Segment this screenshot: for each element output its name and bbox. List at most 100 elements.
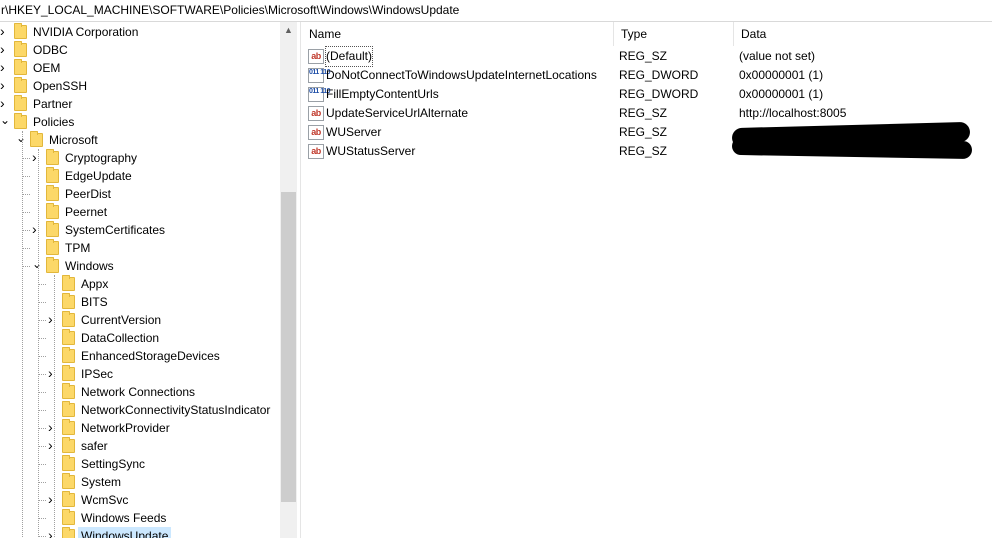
tree-item-label: EnhancedStorageDevices (81, 349, 220, 363)
tree-item[interactable]: Partner (0, 95, 280, 113)
value-data: 0x00000001 (1) (739, 87, 824, 101)
tree-item-label: Appx (81, 277, 109, 291)
tree-item[interactable]: Policies (0, 113, 280, 131)
folder-icon (46, 257, 59, 273)
tree-connector (22, 176, 30, 177)
tree-connector (38, 392, 46, 393)
value-row[interactable]: ab UpdateServiceUrlAlternate REG_SZ http://… (302, 104, 992, 123)
value-row[interactable]: ab WUStatusServer REG_SZ (302, 136, 992, 161)
tree-connector (38, 284, 46, 285)
folder-icon (62, 365, 75, 381)
scroll-up-arrow-icon[interactable]: ▲ (280, 22, 297, 39)
value-name: WUServer (326, 125, 382, 139)
tree-connector (22, 194, 30, 195)
tree-item[interactable]: PeerDist (0, 185, 280, 203)
column-header-type[interactable]: Type (614, 22, 734, 46)
scroll-thumb[interactable] (281, 192, 296, 502)
value-type: REG_SZ (619, 106, 668, 120)
tree-connector (22, 248, 30, 249)
tree-item-label: DataCollection (81, 331, 160, 345)
folder-icon (30, 131, 43, 147)
address-bar[interactable]: r\HKEY_LOCAL_MACHINE\SOFTWARE\Policies\M… (0, 0, 992, 22)
value-type: REG_SZ (619, 125, 668, 139)
folder-icon (62, 419, 75, 435)
tree-connector (38, 338, 46, 339)
values-list: Name Type Data ab (Default) REG_SZ (value n… (302, 22, 992, 538)
tree-item-label: SettingSync (81, 457, 146, 471)
folder-icon (46, 185, 59, 201)
tree-connector (38, 500, 46, 501)
string-value-icon: ab (308, 49, 324, 64)
tree-connector (38, 464, 46, 465)
folder-icon (14, 95, 27, 111)
folder-icon (62, 275, 75, 291)
string-value-icon: ab (308, 125, 324, 140)
tree-item-label: Cryptography (65, 151, 138, 165)
address-path: r\HKEY_LOCAL_MACHINE\SOFTWARE\Policies\M… (1, 3, 460, 17)
tree-item-label: CurrentVersion (81, 313, 162, 327)
value-row[interactable]: ab (Default) REG_SZ (value not set) (302, 46, 992, 67)
folder-icon (62, 401, 75, 417)
tree-item[interactable]: NVIDIA Corporation (0, 23, 280, 41)
value-type: REG_SZ (619, 144, 668, 158)
tree-item-label: IPSec (81, 367, 114, 381)
tree-guide-line (38, 149, 39, 538)
tree-scrollbar[interactable]: ▲ (280, 22, 297, 538)
registry-tree[interactable]: › NVIDIA Corporation › ODBC › OEM › OpenSSH › Par… (0, 22, 297, 538)
column-header-name[interactable]: Name (302, 22, 614, 46)
folder-icon (62, 383, 75, 399)
tree-item-label: EdgeUpdate (65, 169, 132, 183)
tree-connector (38, 518, 46, 519)
folder-icon (14, 41, 27, 57)
tree-connector (22, 230, 30, 231)
string-value-icon: ab (308, 106, 324, 121)
value-name: UpdateServiceUrlAlternate (326, 106, 469, 120)
tree-item[interactable]: EdgeUpdate (0, 167, 280, 185)
tree-item[interactable]: Windows (0, 257, 280, 275)
tree-item[interactable]: Cryptography (0, 149, 280, 167)
value-row[interactable]: 011 110 FillEmptyContentUrls REG_DWORD 0x00… (302, 85, 992, 104)
tree-item[interactable]: ODBC (0, 41, 280, 59)
folder-icon (14, 113, 27, 129)
folder-icon (46, 239, 59, 255)
folder-icon (62, 347, 75, 363)
tree-item-label: WindowsUpdate (78, 527, 172, 538)
folder-icon (62, 527, 75, 538)
binary-value-icon: 011 110 (308, 68, 331, 83)
folder-icon (62, 437, 75, 453)
value-data: 0x00000001 (1) (739, 68, 824, 82)
tree-item-label: Windows Feeds (81, 511, 167, 525)
tree-item-label: System (81, 475, 122, 489)
tree-connector (38, 374, 46, 375)
tree-item[interactable]: SystemCertificates (0, 221, 280, 239)
tree-connector (38, 320, 46, 321)
tree-guide-line (54, 275, 55, 538)
value-row[interactable]: 011 110 DoNotConnectToWindowsUpdateIntern… (302, 66, 992, 85)
value-name: WUStatusServer (326, 144, 416, 158)
tree-item[interactable]: OpenSSH (0, 77, 280, 95)
column-header-data[interactable]: Data (734, 22, 992, 46)
tree-item[interactable]: Peernet (0, 203, 280, 221)
tree-item[interactable]: Microsoft (0, 131, 280, 149)
folder-icon (62, 293, 75, 309)
tree-connector (22, 266, 30, 267)
tree-item-label: NetworkConnectivityStatusIndicator (81, 403, 271, 417)
value-data: (value not set) (739, 49, 816, 63)
value-name: (Default) (324, 46, 374, 67)
tree-connector (38, 428, 46, 429)
value-type: REG_SZ (619, 49, 668, 63)
folder-icon (46, 167, 59, 183)
tree-connector (22, 212, 30, 213)
tree-item-label: WcmSvc (81, 493, 129, 507)
tree-item[interactable]: OEM (0, 59, 280, 77)
tree-item[interactable]: TPM (0, 239, 280, 257)
folder-icon (46, 221, 59, 237)
folder-icon (62, 509, 75, 525)
pane-splitter[interactable] (300, 22, 301, 538)
value-type: REG_DWORD (619, 87, 699, 101)
tree-item-label: Peernet (65, 205, 108, 219)
tree-item-label: ODBC (33, 43, 68, 57)
tree-item-label: NVIDIA Corporation (33, 25, 139, 39)
value-name: DoNotConnectToWindowsUpdateInternetLocat… (326, 68, 597, 82)
folder-icon (62, 473, 75, 489)
